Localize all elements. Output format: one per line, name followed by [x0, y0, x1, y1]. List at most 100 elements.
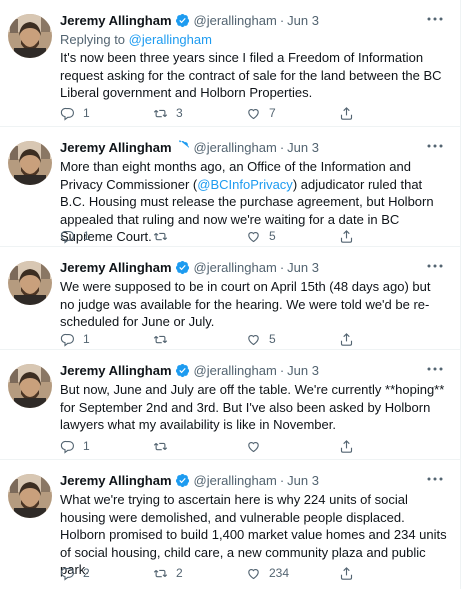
- retweet-button[interactable]: 3: [153, 104, 183, 122]
- tweet-header: Jeremy Allingham @jerallingham · Jun 3: [60, 471, 420, 491]
- reply-button[interactable]: 1: [60, 437, 90, 455]
- avatar[interactable]: [8, 261, 52, 305]
- retweet-icon: [153, 232, 168, 240]
- tweet-actions: 2 2 234: [60, 564, 440, 582]
- like-button[interactable]: 5: [246, 227, 276, 245]
- like-button[interactable]: [246, 437, 269, 455]
- retweet-button[interactable]: 2: [153, 564, 183, 582]
- tweet-date[interactable]: Jun 3: [287, 363, 319, 378]
- verified-badge-icon: [175, 363, 189, 378]
- like-count: 5: [269, 332, 276, 346]
- like-icon: [248, 334, 259, 345]
- reply-count: 1: [83, 106, 90, 120]
- author-name[interactable]: Jeremy Allingham: [60, 363, 172, 378]
- reply-icon: [60, 333, 74, 347]
- avatar[interactable]: [8, 141, 52, 185]
- retweet-icon: [153, 442, 168, 450]
- tweet-actions: 1 5: [60, 227, 440, 245]
- tweet-text: It's now been three years since I filed …: [60, 50, 442, 100]
- author-name[interactable]: Jeremy Allingham: [60, 260, 172, 275]
- like-icon: [248, 568, 259, 579]
- share-button[interactable]: [339, 227, 354, 245]
- replying-to: Replying to @jerallingham: [60, 31, 448, 49]
- tweet[interactable]: Jeremy Allingham @jerallingham · Jun 3 Repl…: [0, 0, 460, 127]
- retweet-button[interactable]: [153, 437, 176, 455]
- separator: ·: [279, 140, 285, 155]
- like-button[interactable]: 5: [246, 330, 276, 348]
- retweet-icon: [153, 569, 168, 577]
- tweet-actions: 1 3 7: [60, 104, 440, 122]
- tweet-actions: 1 5: [60, 330, 440, 348]
- avatar[interactable]: [8, 474, 52, 518]
- tweet-thread: Jeremy Allingham @jerallingham · Jun 3 Repl…: [0, 0, 466, 589]
- share-button[interactable]: [339, 330, 354, 348]
- tweet-text: We were supposed to be in court on April…: [60, 279, 431, 329]
- tweet[interactable]: Jeremy Allingham @jerallingham · Jun 3 More…: [0, 127, 460, 247]
- reply-count: 1: [83, 332, 90, 346]
- like-button[interactable]: 234: [246, 564, 289, 582]
- tweet-date[interactable]: Jun 3: [287, 140, 319, 155]
- like-icon: [248, 231, 259, 242]
- retweet-button[interactable]: [153, 227, 176, 245]
- tweet-actions: 1: [60, 437, 440, 455]
- avatar[interactable]: [8, 364, 52, 408]
- share-button[interactable]: [339, 437, 354, 455]
- reply-icon: [60, 440, 74, 454]
- like-button[interactable]: 7: [246, 104, 276, 122]
- share-icon: [340, 439, 353, 453]
- more-icon[interactable]: [426, 141, 444, 151]
- share-button[interactable]: [339, 104, 354, 122]
- more-icon[interactable]: [426, 14, 444, 24]
- reply-handle-link[interactable]: @jerallingham: [129, 32, 212, 47]
- separator: ·: [279, 363, 285, 378]
- retweet-button[interactable]: [153, 330, 176, 348]
- mention-link[interactable]: @BCInfoPrivacy: [197, 177, 293, 192]
- retweet-icon: [153, 335, 168, 343]
- author-name[interactable]: Jeremy Allingham: [60, 140, 172, 155]
- reply-count: 2: [83, 566, 90, 580]
- author-name[interactable]: Jeremy Allingham: [60, 473, 172, 488]
- tweet-date[interactable]: Jun 3: [287, 13, 319, 28]
- author-handle[interactable]: @jerallingham: [194, 473, 277, 488]
- retweet-icon: [153, 109, 168, 117]
- more-icon[interactable]: [426, 364, 444, 374]
- more-icon[interactable]: [426, 261, 444, 271]
- tweet[interactable]: Jeremy Allingham @jerallingham · Jun 3 We w…: [0, 247, 460, 350]
- share-icon: [340, 229, 353, 243]
- share-button[interactable]: [339, 564, 354, 582]
- tweet-header: Jeremy Allingham @jerallingham · Jun 3: [60, 138, 420, 158]
- reply-count: 1: [83, 229, 90, 243]
- separator: ·: [279, 473, 285, 488]
- separator: ·: [279, 260, 285, 275]
- reply-button[interactable]: 1: [60, 104, 90, 122]
- timeline-border: [460, 0, 461, 589]
- tweet[interactable]: Jeremy Allingham @jerallingham · Jun 3 What…: [0, 460, 460, 589]
- tweet-date[interactable]: Jun 3: [287, 260, 319, 275]
- reply-icon: [60, 107, 74, 121]
- author-handle[interactable]: @jerallingham: [194, 260, 277, 275]
- reply-button[interactable]: 1: [60, 227, 90, 245]
- tweet-header: Jeremy Allingham @jerallingham · Jun 3: [60, 258, 420, 278]
- author-name[interactable]: Jeremy Allingham: [60, 13, 172, 28]
- reply-button[interactable]: 2: [60, 564, 90, 582]
- reply-icon: [60, 567, 74, 581]
- reply-icon: [60, 230, 74, 244]
- replying-to-label: Replying to: [60, 32, 129, 47]
- like-count: 234: [269, 566, 290, 580]
- author-handle[interactable]: @jerallingham: [194, 363, 277, 378]
- retweet-count: 3: [176, 106, 183, 120]
- avatar[interactable]: [8, 14, 52, 58]
- tweet-date[interactable]: Jun 3: [287, 473, 319, 488]
- verified-badge-icon: [178, 140, 189, 151]
- more-icon[interactable]: [426, 474, 444, 484]
- retweet-count: 2: [176, 566, 183, 580]
- tweet-text: But now, June and July are off the table…: [60, 382, 445, 432]
- separator: ·: [279, 13, 285, 28]
- reply-button[interactable]: 1: [60, 330, 90, 348]
- tweet[interactable]: Jeremy Allingham @jerallingham · Jun 3 But …: [0, 350, 460, 460]
- share-icon: [340, 106, 353, 120]
- verified-badge-icon: [175, 473, 189, 488]
- author-handle[interactable]: @jerallingham: [194, 140, 277, 155]
- reply-count: 1: [83, 439, 90, 453]
- author-handle[interactable]: @jerallingham: [194, 13, 277, 28]
